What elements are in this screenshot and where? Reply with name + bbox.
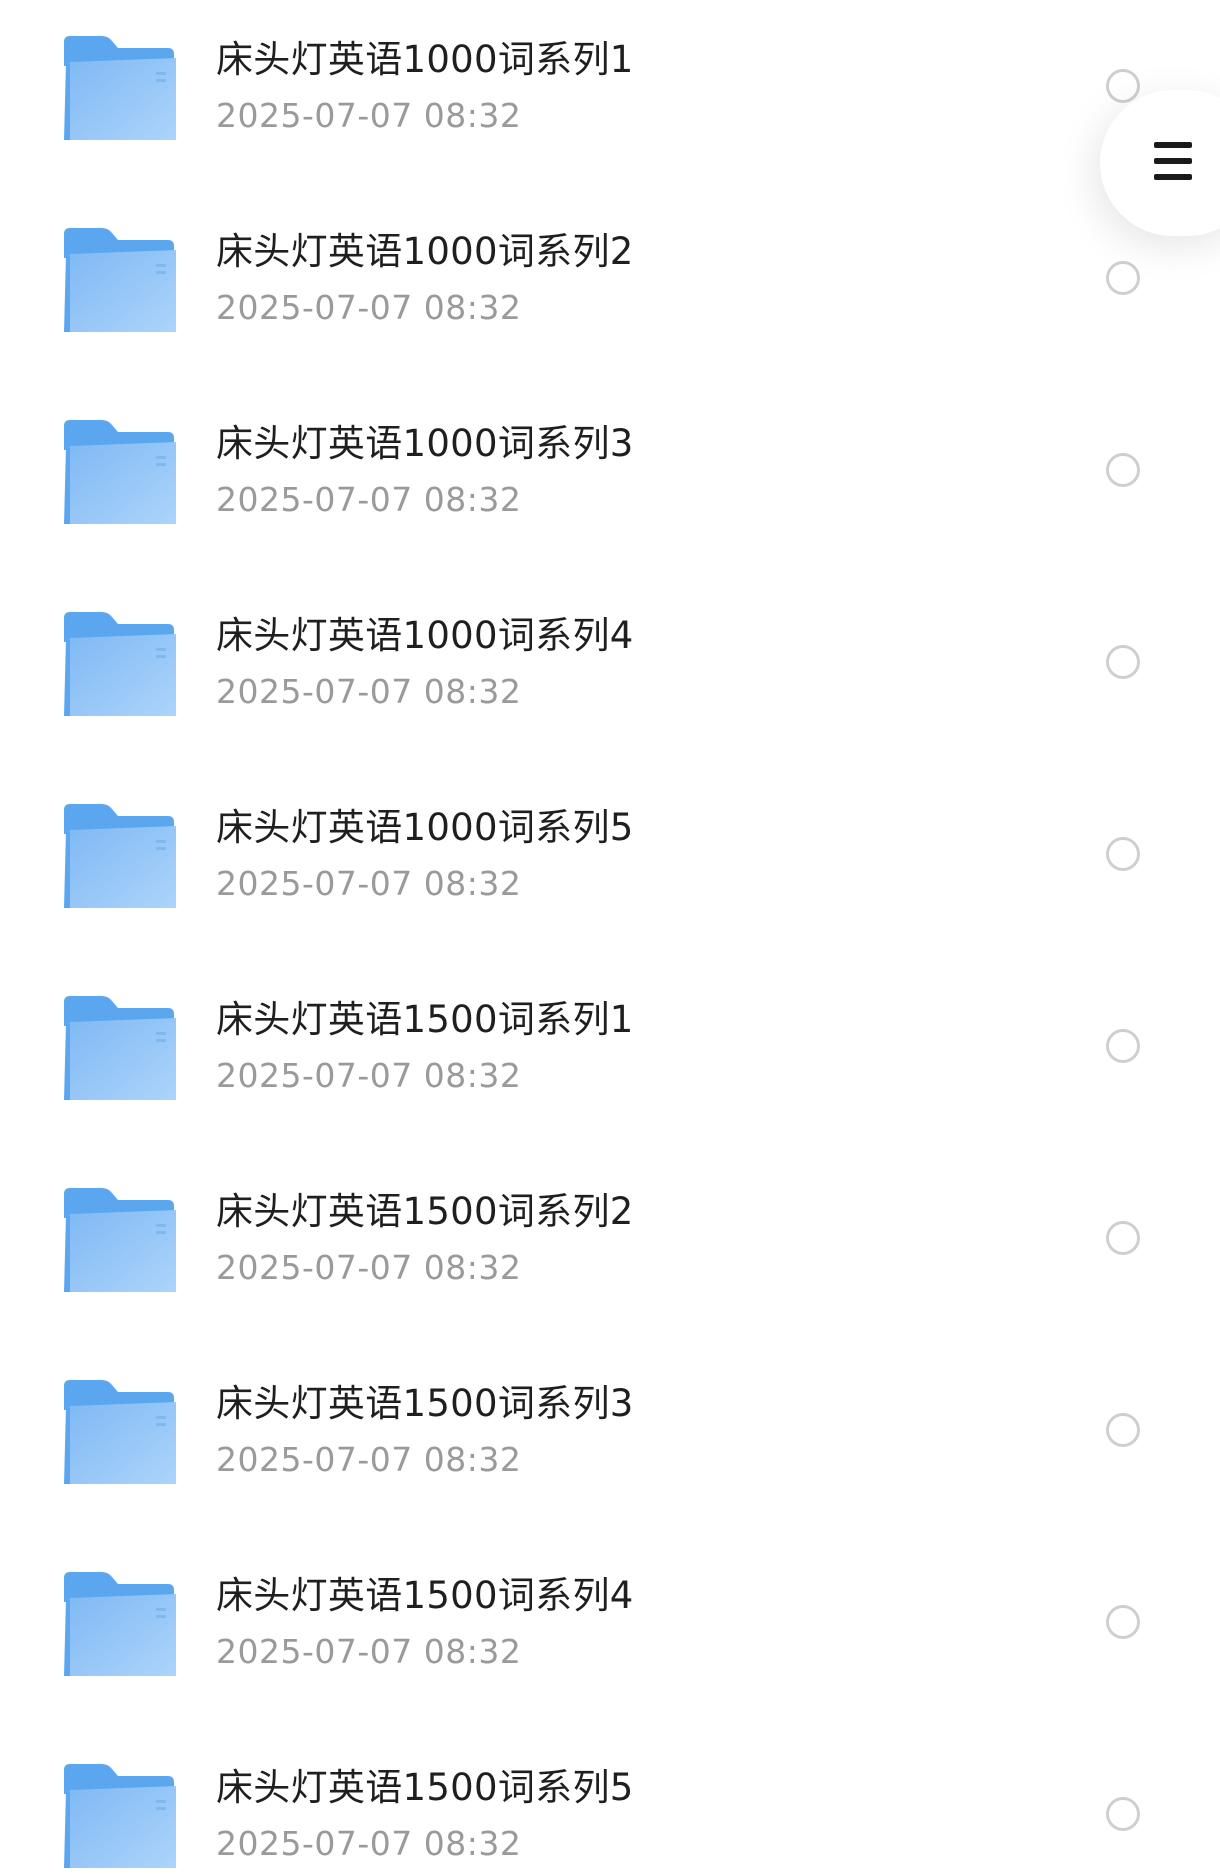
select-radio-icon[interactable] — [1106, 453, 1140, 487]
list-item[interactable]: 床头灯英语1000词系列4 2025-07-07 08:32 — [0, 576, 1220, 768]
folder-icon — [64, 1380, 176, 1484]
list-item[interactable]: 床头灯英语1000词系列2 2025-07-07 08:32 — [0, 192, 1220, 384]
folder-name: 床头灯英语1500词系列3 — [216, 1382, 634, 1425]
folder-icon — [64, 420, 176, 524]
folder-name: 床头灯英语1000词系列5 — [216, 806, 634, 849]
folder-date: 2025-07-07 08:32 — [216, 288, 522, 327]
select-radio-icon[interactable] — [1106, 261, 1140, 295]
folder-name: 床头灯英语1000词系列3 — [216, 422, 634, 465]
list-item[interactable]: 床头灯英语1500词系列4 2025-07-07 08:32 — [0, 1536, 1220, 1728]
folder-date: 2025-07-07 08:32 — [216, 1056, 522, 1095]
folder-list: 床头灯英语1000词系列1 2025-07-07 08:32 床头灯英语1000… — [0, 0, 1220, 1874]
folder-icon — [64, 612, 176, 716]
folder-icon — [64, 1764, 176, 1868]
list-item[interactable]: 床头灯英语1500词系列2 2025-07-07 08:32 — [0, 1152, 1220, 1344]
list-item[interactable]: 床头灯英语1000词系列1 2025-07-07 08:32 — [0, 0, 1220, 192]
select-radio-icon[interactable] — [1106, 1413, 1140, 1447]
list-item[interactable]: 床头灯英语1500词系列3 2025-07-07 08:32 — [0, 1344, 1220, 1536]
folder-date: 2025-07-07 08:32 — [216, 864, 522, 903]
folder-date: 2025-07-07 08:32 — [216, 96, 522, 135]
select-radio-icon[interactable] — [1106, 1605, 1140, 1639]
folder-name: 床头灯英语1000词系列2 — [216, 230, 634, 273]
list-item[interactable]: 床头灯英语1000词系列5 2025-07-07 08:32 — [0, 768, 1220, 960]
folder-name: 床头灯英语1500词系列4 — [216, 1574, 634, 1617]
select-radio-icon[interactable] — [1106, 645, 1140, 679]
folder-name: 床头灯英语1000词系列1 — [216, 38, 634, 81]
folder-date: 2025-07-07 08:32 — [216, 1248, 522, 1287]
hamburger-menu-icon — [1154, 142, 1192, 180]
folder-date: 2025-07-07 08:32 — [216, 672, 522, 711]
folder-date: 2025-07-07 08:32 — [216, 1440, 522, 1479]
folder-icon — [64, 228, 176, 332]
folder-name: 床头灯英语1000词系列4 — [216, 614, 634, 657]
folder-name: 床头灯英语1500词系列1 — [216, 998, 634, 1041]
select-radio-icon[interactable] — [1106, 1221, 1140, 1255]
select-radio-icon[interactable] — [1106, 69, 1140, 103]
folder-date: 2025-07-07 08:32 — [216, 1632, 522, 1671]
folder-date: 2025-07-07 08:32 — [216, 480, 522, 519]
folder-name: 床头灯英语1500词系列2 — [216, 1190, 634, 1233]
folder-icon — [64, 36, 176, 140]
select-radio-icon[interactable] — [1106, 1797, 1140, 1831]
list-item[interactable]: 床头灯英语1500词系列5 2025-07-07 08:32 — [0, 1728, 1220, 1874]
folder-icon — [64, 996, 176, 1100]
list-item[interactable]: 床头灯英语1000词系列3 2025-07-07 08:32 — [0, 384, 1220, 576]
folder-icon — [64, 1188, 176, 1292]
select-radio-icon[interactable] — [1106, 1029, 1140, 1063]
select-radio-icon[interactable] — [1106, 837, 1140, 871]
folder-name: 床头灯英语1500词系列5 — [216, 1766, 634, 1809]
folder-icon — [64, 804, 176, 908]
list-item[interactable]: 床头灯英语1500词系列1 2025-07-07 08:32 — [0, 960, 1220, 1152]
folder-date: 2025-07-07 08:32 — [216, 1824, 522, 1863]
folder-icon — [64, 1572, 176, 1676]
